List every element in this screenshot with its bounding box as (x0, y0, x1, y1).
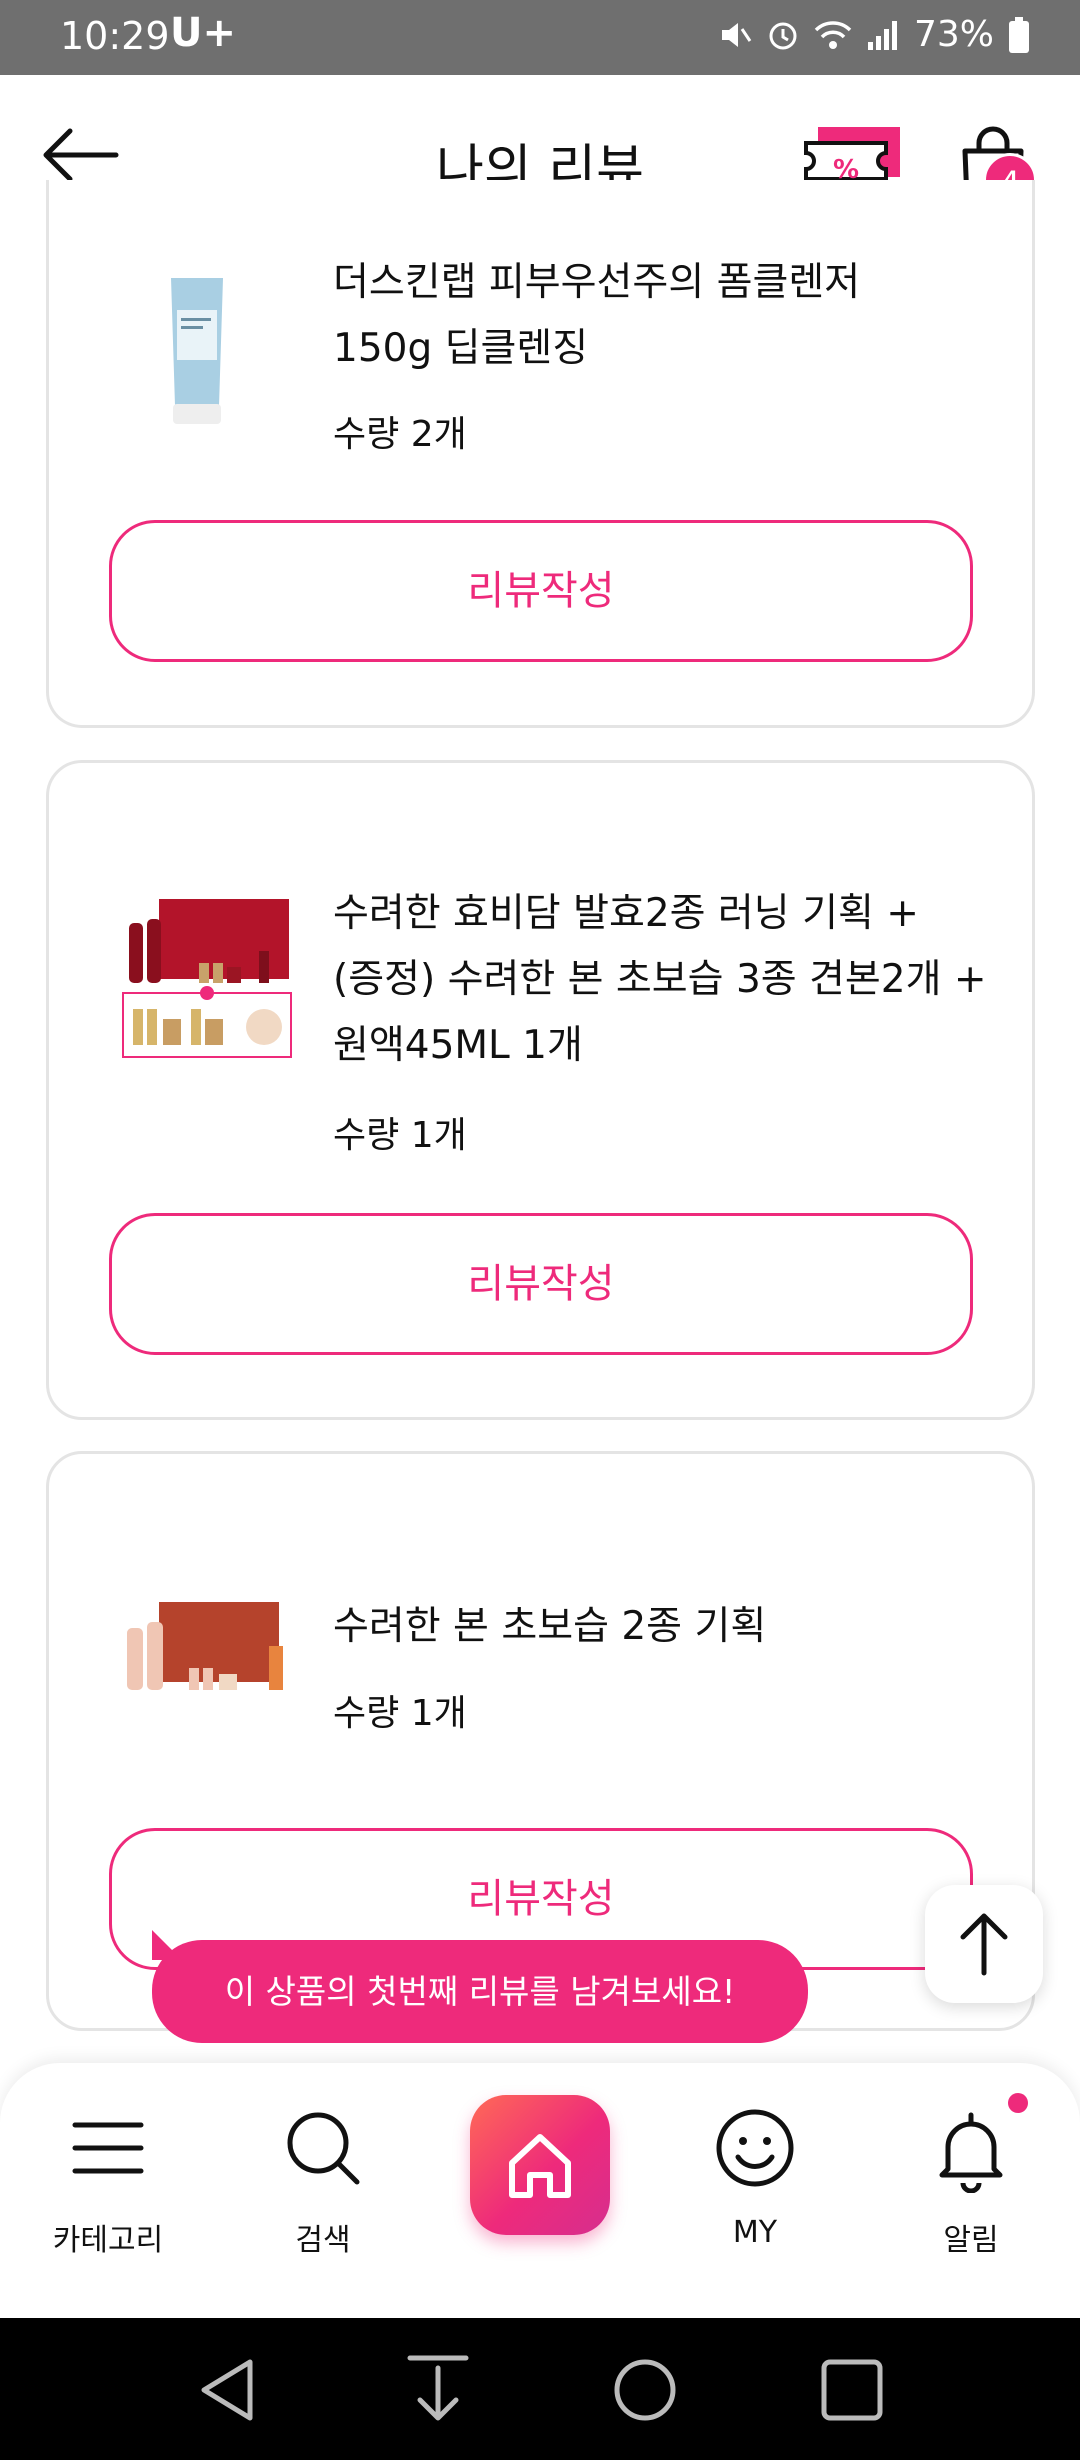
system-navigation-bar (0, 2318, 1080, 2460)
battery-icon (1009, 16, 1029, 53)
back-triangle-icon[interactable] (190, 2350, 270, 2430)
alarm-icon (769, 22, 797, 49)
review-card: 더스킨랩 피부우선주의 폼클렌저 150g 딥클렌징 수량 2개 리뷰작성 (46, 180, 1035, 728)
product-name[interactable]: 수려한 효비담 발효2종 러닝 기획 + (증정) 수려한 본 초보습 3종 견… (333, 881, 992, 1079)
wifi-icon (814, 20, 852, 49)
scroll-top-button[interactable] (925, 1885, 1043, 2003)
download-icon[interactable] (398, 2350, 478, 2430)
signal-icon (867, 20, 897, 50)
nav-category[interactable]: 카테고리 (33, 2103, 183, 2259)
write-review-button[interactable]: 리뷰작성 (109, 1213, 973, 1355)
quantity: 수량 1개 (333, 1115, 467, 1156)
quantity: 수량 2개 (333, 414, 467, 455)
battery-percent: 73% (913, 14, 994, 55)
nav-search[interactable]: 검색 (248, 2103, 398, 2259)
smiley-icon (716, 2109, 794, 2187)
product-name[interactable]: 더스킨랩 피부우선주의 폼클렌저 150g 딥클렌징 (333, 250, 992, 382)
notification-dot (1008, 2093, 1028, 2113)
status-time: 10:29 (60, 14, 170, 58)
menu-icon (72, 2122, 144, 2174)
nav-home-button[interactable] (470, 2095, 610, 2235)
status-icons: 73% (718, 14, 1030, 55)
first-review-tooltip: 이 상품의 첫번째 리뷰를 남겨보세요! (152, 1930, 808, 2043)
mute-icon (721, 22, 752, 47)
arrow-up-icon (960, 1913, 1008, 1976)
product-thumbnail[interactable] (119, 893, 294, 1063)
status-carrier: U+ (170, 10, 236, 56)
status-bar: 10:29 U+ 73% (0, 0, 1080, 75)
quantity: 수량 1개 (333, 1693, 467, 1734)
home-icon (509, 2134, 571, 2198)
write-review-button[interactable]: 리뷰작성 (109, 520, 973, 662)
nav-my[interactable]: MY (680, 2103, 830, 2250)
nav-alarm[interactable]: 알림 (896, 2103, 1046, 2259)
bell-icon (939, 2112, 1003, 2193)
recents-square-icon[interactable] (812, 2350, 892, 2430)
product-name[interactable]: 수려한 본 초보습 2종 기획 (333, 1594, 992, 1660)
search-icon (287, 2112, 360, 2185)
home-circle-icon[interactable] (605, 2350, 685, 2430)
review-card: 수려한 효비담 발효2종 러닝 기획 + (증정) 수려한 본 초보습 3종 견… (46, 760, 1035, 1420)
product-thumbnail[interactable] (137, 270, 257, 430)
bottom-navigation: 카테고리 검색 MY 알림 (0, 2063, 1080, 2318)
product-thumbnail[interactable] (119, 1594, 294, 1714)
